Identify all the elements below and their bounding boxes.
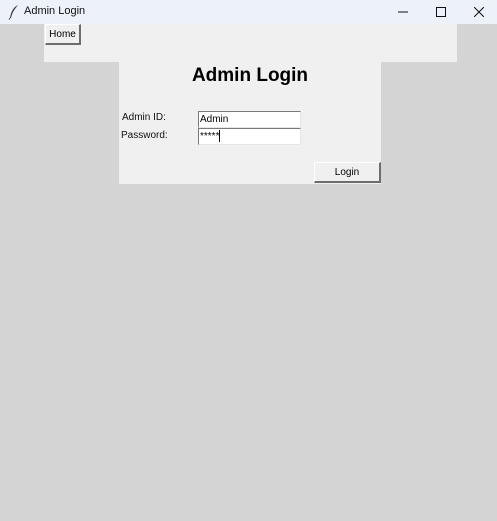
password-value: *****: [200, 131, 220, 142]
login-button[interactable]: Login: [314, 162, 381, 183]
close-icon: [474, 7, 484, 17]
text-caret: [219, 130, 221, 143]
minimize-icon: [398, 7, 408, 17]
password-label: Password:: [121, 130, 168, 141]
page-title: Admin Login: [191, 65, 309, 86]
client-area: Home Admin Login Admin ID: Admin Passwor…: [0, 24, 497, 521]
nav-frame: [44, 24, 457, 62]
minimize-button[interactable]: [384, 0, 422, 24]
title-bar[interactable]: Admin Login: [0, 0, 497, 24]
admin-id-value: Admin: [200, 114, 229, 125]
admin-id-label: Admin ID:: [122, 112, 166, 123]
login-heading-wrap: Admin Login: [0, 65, 381, 87]
home-button[interactable]: Home: [45, 24, 81, 45]
maximize-button[interactable]: [422, 0, 460, 24]
close-button[interactable]: [460, 0, 497, 24]
feather-icon: [8, 4, 20, 20]
maximize-icon: [436, 7, 446, 17]
password-field[interactable]: *****: [198, 128, 301, 145]
app-window: Admin Login Home Admin Login Admin ID: A…: [0, 0, 497, 521]
window-title: Admin Login: [24, 5, 86, 17]
admin-id-field[interactable]: Admin: [198, 111, 301, 128]
